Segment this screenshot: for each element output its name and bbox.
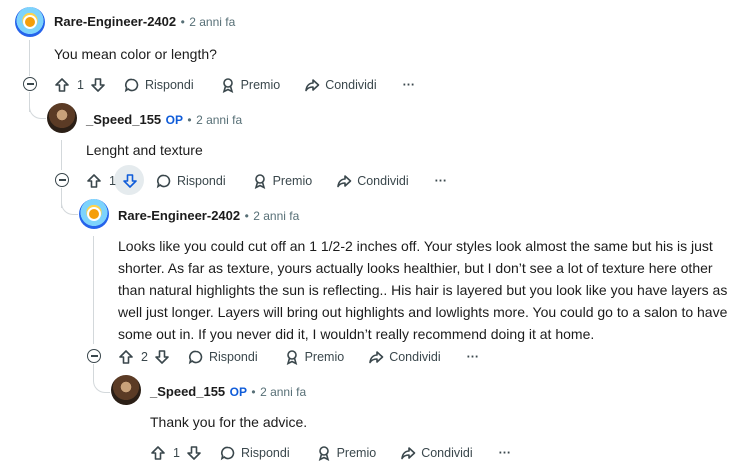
upvote-button[interactable] [86, 173, 102, 189]
username[interactable]: Rare-Engineer-2402 [118, 208, 240, 223]
reply-button[interactable]: Rispondi [156, 173, 226, 189]
timestamp[interactable]: 2 anni fa [189, 15, 235, 29]
more-options-icon[interactable]: ··· [499, 446, 512, 460]
more-options-icon[interactable]: ··· [467, 350, 480, 364]
comment-actions: 1 Rispondi Premio Condividi ··· [54, 76, 415, 94]
reply-button[interactable]: Rispondi [220, 445, 290, 461]
separator-dot: • [187, 113, 192, 127]
timestamp[interactable]: 2 anni fa [260, 385, 306, 399]
award-icon [318, 446, 329, 461]
username[interactable]: _Speed_155 [150, 384, 225, 399]
vote-count: 1 [77, 78, 84, 92]
upvote-icon [87, 174, 101, 188]
share-icon [337, 175, 352, 188]
share-button[interactable]: Condividi [368, 349, 441, 365]
downvote-icon [187, 446, 201, 460]
separator-dot: • [244, 209, 249, 223]
comment-icon [188, 350, 203, 365]
comment-body: Lenght and texture [86, 142, 203, 158]
comment-header: Rare-Engineer-2402 • 2 anni fa [118, 207, 299, 225]
vote-count: 1 [173, 446, 180, 460]
op-badge: OP [229, 385, 247, 399]
timestamp[interactable]: 2 anni fa [253, 209, 299, 223]
collapse-thread-icon[interactable] [87, 349, 101, 363]
share-label: Condividi [421, 446, 473, 460]
reply-label: Rispondi [144, 78, 194, 92]
avatar[interactable] [111, 375, 141, 405]
vote-count: 2 [141, 350, 148, 364]
collapse-thread-icon[interactable] [23, 77, 37, 91]
award-label: Premio [304, 350, 345, 364]
comment-actions: 2 Rispondi Premio Condividi ··· [118, 348, 479, 366]
upvote-button[interactable] [54, 77, 70, 93]
reply-button[interactable]: Rispondi [124, 77, 194, 93]
upvote-button[interactable] [118, 349, 134, 365]
upvote-button[interactable] [150, 445, 166, 461]
username[interactable]: Rare-Engineer-2402 [54, 14, 176, 29]
comment-actions: 1 Rispondi Premio Condividi ··· [86, 172, 447, 190]
award-button[interactable]: Premio [220, 77, 281, 93]
collapse-thread-icon[interactable] [55, 173, 69, 187]
separator-dot: • [180, 15, 185, 29]
share-icon [401, 447, 416, 460]
upvote-icon [55, 78, 69, 92]
downvote-icon [123, 174, 137, 188]
avatar[interactable] [79, 199, 109, 229]
reply-label: Rispondi [176, 174, 226, 188]
share-label: Condividi [357, 174, 409, 188]
comment-icon [124, 78, 139, 93]
downvote-icon [155, 350, 169, 364]
more-options-icon[interactable]: ··· [403, 78, 416, 92]
award-icon [254, 174, 265, 189]
award-icon [286, 350, 297, 365]
downvote-button[interactable] [122, 173, 138, 189]
upvote-icon [151, 446, 165, 460]
separator-dot: • [251, 385, 256, 399]
downvote-icon [91, 78, 105, 92]
award-label: Premio [240, 78, 281, 92]
award-button[interactable]: Premio [252, 173, 313, 189]
share-icon [369, 351, 384, 364]
username[interactable]: _Speed_155 [86, 112, 161, 127]
share-icon [305, 79, 320, 92]
avatar[interactable] [47, 103, 77, 133]
downvote-button[interactable] [154, 349, 170, 365]
comment-body: Thank you for the advice. [150, 414, 308, 430]
op-badge: OP [165, 113, 183, 127]
avatar[interactable] [15, 7, 45, 37]
share-label: Condividi [325, 78, 377, 92]
comment-header: _Speed_155 OP • 2 anni fa [86, 111, 242, 129]
comment-body: Looks like you could cut off an 1 1/2-2 … [118, 238, 728, 342]
award-label: Premio [336, 446, 377, 460]
comment-body: You mean color or length? [54, 46, 217, 62]
award-button[interactable]: Premio [316, 445, 377, 461]
comment-header: Rare-Engineer-2402 • 2 anni fa [54, 13, 235, 31]
share-button[interactable]: Condividi [304, 77, 377, 93]
reply-label: Rispondi [240, 446, 290, 460]
award-button[interactable]: Premio [284, 349, 345, 365]
comment-actions: 1 Rispondi Premio Condividi ··· [150, 444, 511, 462]
share-button[interactable]: Condividi [400, 445, 473, 461]
more-options-icon[interactable]: ··· [435, 174, 448, 188]
downvote-button[interactable] [186, 445, 202, 461]
comment-header: _Speed_155 OP • 2 anni fa [150, 383, 306, 401]
comment-icon [220, 446, 235, 461]
comment-icon [156, 174, 171, 189]
upvote-icon [119, 350, 133, 364]
vote-count: 1 [109, 174, 116, 188]
timestamp[interactable]: 2 anni fa [196, 113, 242, 127]
reply-label: Rispondi [208, 350, 258, 364]
downvote-button[interactable] [90, 77, 106, 93]
award-label: Premio [272, 174, 313, 188]
reply-button[interactable]: Rispondi [188, 349, 258, 365]
share-button[interactable]: Condividi [336, 173, 409, 189]
award-icon [222, 78, 233, 93]
share-label: Condividi [389, 350, 441, 364]
